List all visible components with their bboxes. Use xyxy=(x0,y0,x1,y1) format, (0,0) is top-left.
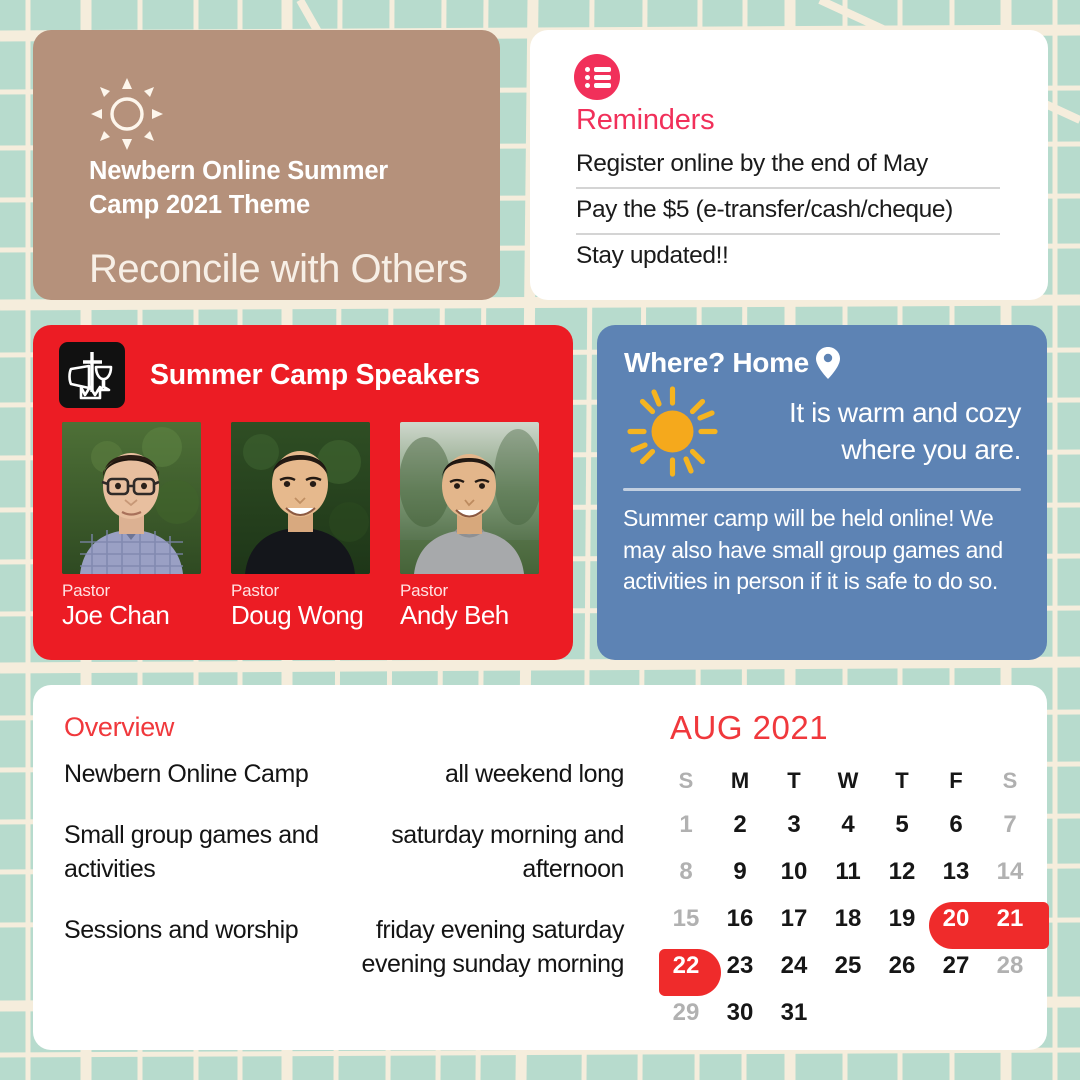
calendar-day[interactable]: 6 xyxy=(929,801,983,848)
calendar-day[interactable]: 30 xyxy=(713,989,767,1036)
speaker-role: Pastor xyxy=(400,581,448,600)
calendar-weekday: S xyxy=(1002,768,1018,793)
calendar-day[interactable]: 31 xyxy=(767,989,821,1036)
calendar-day-empty xyxy=(929,989,983,1036)
calendar-day[interactable]: 23 xyxy=(713,942,767,989)
where-title-text: Where? Home xyxy=(624,347,809,378)
calendar-day-empty xyxy=(821,989,875,1036)
speaker-photo xyxy=(231,422,370,574)
overview-list: Newbern Online Camp all weekend long Sma… xyxy=(64,757,624,1008)
theme-card: Newbern Online Summer Camp 2021 Theme Re… xyxy=(33,30,500,300)
reminder-item-2: Pay the $5 (e-transfer/cash/cheque) xyxy=(576,189,1000,235)
calendar-day[interactable]: 7 xyxy=(983,801,1037,848)
calendar-day[interactable]: 28 xyxy=(983,942,1037,989)
where-body-text: Summer camp will be held online! We may … xyxy=(623,505,1003,595)
theme-subtitle-line1: Newbern Online Summer xyxy=(89,157,389,185)
calendar-day[interactable]: 5 xyxy=(875,801,929,848)
speakers-header: Summer Camp Speakers xyxy=(33,325,573,422)
overview-calendar-card: Overview Newbern Online Camp all weekend… xyxy=(33,685,1049,1050)
speaker-card: Pastor Joe Chan xyxy=(62,422,201,631)
theme-subtitle-line2: Camp 2021 Theme xyxy=(89,190,310,219)
overview-time: friday evening saturday evening sunday m… xyxy=(361,916,625,978)
speaker-card: Pastor Andy Beh xyxy=(400,422,539,631)
calendar-day-selected[interactable]: 20 xyxy=(929,895,983,942)
calendar-day[interactable]: 19 xyxy=(875,895,929,942)
speaker-role: Pastor xyxy=(231,581,279,600)
calendar-weekday: W xyxy=(837,768,859,793)
speaker-photo xyxy=(400,422,539,574)
speaker-card: Pastor Doug Wong xyxy=(231,422,370,631)
calendar-grid: S M T W T F S 1 2 3 4 5 6 7 8 9 10 11 12… xyxy=(659,761,1049,1036)
overview-time: all weekend long xyxy=(444,760,624,788)
calendar-weekday: M xyxy=(730,768,750,793)
where-tagline-line2: where you are. xyxy=(841,433,1021,465)
speaker-name: Joe Chan xyxy=(62,600,170,630)
calendar-day[interactable]: 18 xyxy=(821,895,875,942)
calendar-day[interactable]: 14 xyxy=(983,848,1037,895)
reminders-title: Reminders xyxy=(576,104,715,136)
calendar-day[interactable]: 11 xyxy=(821,848,875,895)
speakers-list: Pastor Joe Chan Pastor Doug Wong Pastor … xyxy=(33,422,573,631)
divider xyxy=(623,488,1021,491)
reminder-item-1: Register online by the end of May xyxy=(576,143,1000,189)
calendar-day[interactable]: 24 xyxy=(767,942,821,989)
theme-subtitle: Newbern Online Summer Camp 2021 Theme xyxy=(89,155,489,223)
calendar-day[interactable]: 2 xyxy=(713,801,767,848)
calendar-day[interactable]: 17 xyxy=(767,895,821,942)
where-tagline-line1: It is warm and cozy xyxy=(788,396,1021,428)
calendar-day[interactable]: 16 xyxy=(713,895,767,942)
calendar-day[interactable]: 29 xyxy=(659,989,713,1036)
list-icon xyxy=(574,54,620,100)
calendar-day[interactable]: 12 xyxy=(875,848,929,895)
overview-activity: Newbern Online Camp xyxy=(64,760,309,788)
location-pin-icon xyxy=(815,347,840,379)
calendar-day-selected[interactable]: 22 xyxy=(659,942,713,989)
where-tagline: It is warm and cozy where you are. xyxy=(720,395,1023,469)
where-title-row: Where? Home xyxy=(624,346,1023,380)
calendar-day-empty xyxy=(875,989,929,1036)
calendar-day[interactable]: 8 xyxy=(659,848,713,895)
overview-activity: Sessions and worship xyxy=(64,916,299,944)
speaker-name: Doug Wong xyxy=(231,600,364,630)
calendar-day[interactable]: 26 xyxy=(875,942,929,989)
speakers-card: Summer Camp Speakers Pastor Joe Chan Pas… xyxy=(33,325,573,660)
speaker-photo xyxy=(62,422,201,574)
overview-row: Sessions and worship friday evening satu… xyxy=(64,913,624,981)
calendar-day[interactable]: 15 xyxy=(659,895,713,942)
theme-title: Reconcile with Others xyxy=(89,247,468,291)
overview-row: Small group games and activities saturda… xyxy=(64,818,624,886)
calendar-weekday: S xyxy=(678,768,694,793)
speakers-title: Summer Camp Speakers xyxy=(150,358,480,391)
sun-filled-icon xyxy=(627,386,718,477)
calendar: AUG 2021 S M T W T F S 1 2 3 4 5 6 7 8 9 xyxy=(641,709,1049,1036)
reminder-item-3: Stay updated!! xyxy=(576,242,729,269)
reminders-card: Reminders Register online by the end of … xyxy=(530,30,1048,300)
calendar-day[interactable]: 25 xyxy=(821,942,875,989)
speaker-name: Andy Beh xyxy=(400,600,509,630)
overview-time: saturday morning and afternoon xyxy=(391,821,624,883)
calendar-day-empty xyxy=(983,989,1037,1036)
where-tagline-row: It is warm and cozy where you are. xyxy=(621,384,1023,479)
calendar-weekday: T xyxy=(895,768,909,793)
calendar-day[interactable]: 3 xyxy=(767,801,821,848)
speaker-role: Pastor xyxy=(62,581,110,600)
sun-outline-icon xyxy=(91,78,163,150)
calendar-weekday: F xyxy=(949,768,963,793)
calendar-day-selected[interactable]: 21 xyxy=(983,895,1037,942)
calendar-day[interactable]: 1 xyxy=(659,801,713,848)
calendar-day[interactable]: 27 xyxy=(929,942,983,989)
church-cross-chalice-logo xyxy=(59,342,125,408)
overview-activity: Small group games and activities xyxy=(64,821,319,883)
calendar-day[interactable]: 9 xyxy=(713,848,767,895)
where-card: Where? Home It is warm and cozy where yo… xyxy=(597,325,1047,660)
overview-title: Overview xyxy=(64,712,175,742)
calendar-day[interactable]: 10 xyxy=(767,848,821,895)
overview-row: Newbern Online Camp all weekend long xyxy=(64,757,624,791)
calendar-title: AUG 2021 xyxy=(670,709,829,746)
calendar-day[interactable]: 13 xyxy=(929,848,983,895)
calendar-day[interactable]: 4 xyxy=(821,801,875,848)
calendar-weekday: T xyxy=(787,768,801,793)
